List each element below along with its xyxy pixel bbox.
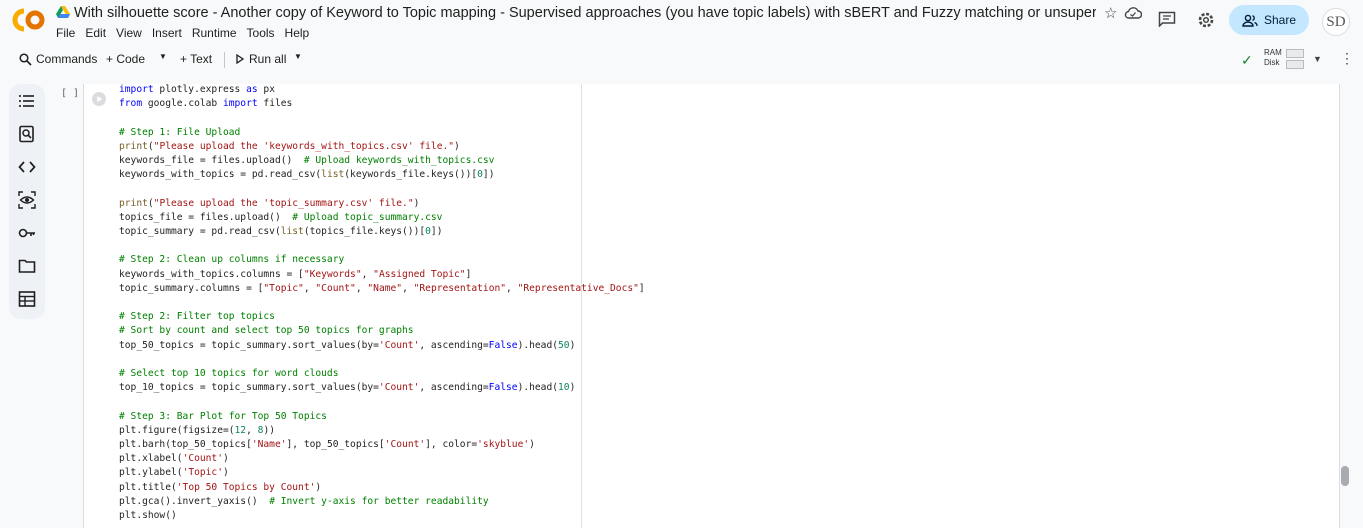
- notebook-title[interactable]: With silhouette score - Another copy of …: [74, 4, 1096, 22]
- ram-label: RAM: [1264, 48, 1282, 57]
- menu-bar: File Edit View Insert Runtime Tools Help: [56, 26, 319, 40]
- disk-meter: [1286, 60, 1304, 69]
- google-drive-icon: [56, 6, 70, 18]
- menu-file[interactable]: File: [56, 26, 75, 40]
- code-line[interactable]: top_50_topics = topic_summary.sort_value…: [119, 339, 645, 353]
- code-line[interactable]: top_10_topics = topic_summary.sort_value…: [119, 381, 645, 395]
- more-options-icon[interactable]: ⋮: [1340, 50, 1354, 67]
- disk-label: Disk: [1264, 58, 1280, 67]
- ram-disk-labels[interactable]: RAM Disk: [1264, 48, 1282, 68]
- code-line[interactable]: print("Please upload the 'topic_summary.…: [119, 197, 645, 211]
- code-line[interactable]: # Step 2: Filter top topics: [119, 310, 645, 324]
- terminal-table-icon[interactable]: [18, 290, 36, 308]
- run-cell-button[interactable]: [92, 92, 106, 106]
- files-folder-icon[interactable]: [18, 257, 36, 275]
- run-all-button[interactable]: Run all: [236, 52, 286, 66]
- secrets-key-icon[interactable]: [18, 224, 36, 242]
- add-text-button[interactable]: + Text: [180, 52, 212, 66]
- add-code-dropdown-icon[interactable]: ▼: [159, 52, 167, 61]
- settings-gear-icon[interactable]: [1197, 11, 1215, 29]
- code-line[interactable]: topics_file = files.upload() # Upload to…: [119, 211, 645, 225]
- code-line[interactable]: plt.gca().invert_yaxis() # Invert y-axis…: [119, 495, 645, 509]
- add-code-button[interactable]: + Code: [106, 52, 145, 66]
- resources-dropdown-icon[interactable]: ▼: [1313, 54, 1322, 64]
- code-line[interactable]: topic_summary.columns = ["Topic", "Count…: [119, 282, 645, 296]
- share-button[interactable]: Share: [1229, 5, 1309, 35]
- table-of-contents-icon[interactable]: [18, 92, 36, 110]
- code-line[interactable]: print("Please upload the 'keywords_with_…: [119, 140, 645, 154]
- colab-logo[interactable]: [12, 6, 46, 34]
- people-icon: [1242, 14, 1258, 27]
- code-line[interactable]: ​: [119, 111, 645, 125]
- menu-edit[interactable]: Edit: [85, 26, 106, 40]
- comment-icon[interactable]: [1158, 11, 1176, 27]
- menu-help[interactable]: Help: [285, 26, 310, 40]
- menu-insert[interactable]: Insert: [152, 26, 182, 40]
- code-line[interactable]: keywords_file = files.upload() # Upload …: [119, 154, 645, 168]
- run-all-label: Run all: [249, 52, 287, 66]
- code-line[interactable]: ​: [119, 296, 645, 310]
- add-code-label: + Code: [106, 52, 146, 66]
- execution-count: [ ]: [61, 88, 80, 99]
- code-line[interactable]: plt.title('Top 50 Topics by Count'): [119, 481, 645, 495]
- code-line[interactable]: ​: [119, 239, 645, 253]
- ram-meter: [1286, 49, 1304, 58]
- user-avatar[interactable]: SD: [1322, 8, 1350, 36]
- code-line[interactable]: plt.show(): [119, 509, 645, 523]
- code-line[interactable]: # Step 2: Clean up columns if necessary: [119, 253, 645, 267]
- code-line[interactable]: plt.xlabel('Count'): [119, 452, 645, 466]
- commands-button[interactable]: Commands: [19, 52, 97, 66]
- add-text-label: + Text: [180, 52, 213, 66]
- run-all-dropdown-icon[interactable]: ▼: [294, 52, 302, 61]
- menu-tools[interactable]: Tools: [247, 26, 275, 40]
- cloud-saved-icon[interactable]: [1124, 6, 1142, 20]
- code-snippets-icon[interactable]: [18, 158, 36, 176]
- menu-runtime[interactable]: Runtime: [192, 26, 237, 40]
- play-icon: [236, 54, 244, 64]
- code-line[interactable]: ​: [119, 182, 645, 196]
- code-line[interactable]: ​: [119, 395, 645, 409]
- code-line[interactable]: keywords_with_topics.columns = ["Keyword…: [119, 268, 645, 282]
- commands-label: Commands: [36, 52, 98, 66]
- code-line[interactable]: ​: [119, 353, 645, 367]
- code-line[interactable]: # Select top 10 topics for word clouds: [119, 367, 645, 381]
- code-line[interactable]: plt.barh(top_50_topics['Name'], top_50_t…: [119, 438, 645, 452]
- search-icon: [19, 52, 32, 66]
- variable-inspector-icon[interactable]: [18, 191, 36, 209]
- star-icon[interactable]: ☆: [1104, 4, 1117, 22]
- code-line[interactable]: import plotly.express as px: [119, 83, 645, 97]
- code-line[interactable]: keywords_with_topics = pd.read_csv(list(…: [119, 168, 645, 182]
- connected-check-icon: ✓: [1241, 52, 1253, 68]
- run-cell-play-icon: [97, 96, 103, 102]
- find-replace-icon[interactable]: [18, 125, 36, 143]
- share-label: Share: [1263, 13, 1297, 27]
- menu-view[interactable]: View: [116, 26, 142, 40]
- code-line[interactable]: # Step 1: File Upload: [119, 126, 645, 140]
- code-line[interactable]: topic_summary = pd.read_csv(list(topics_…: [119, 225, 645, 239]
- code-editor[interactable]: import plotly.express as px from google.c…: [119, 83, 645, 523]
- code-line[interactable]: plt.figure(figsize=(12, 8)): [119, 424, 645, 438]
- code-line[interactable]: from google.colab import files: [119, 97, 645, 111]
- code-line[interactable]: plt.ylabel('Topic'): [119, 466, 645, 480]
- code-line[interactable]: # Step 3: Bar Plot for Top 50 Topics: [119, 410, 645, 424]
- scrollbar-thumb[interactable]: [1341, 466, 1349, 486]
- code-line[interactable]: # Sort by count and select top 50 topics…: [119, 324, 645, 338]
- toolbar-divider: [224, 52, 225, 68]
